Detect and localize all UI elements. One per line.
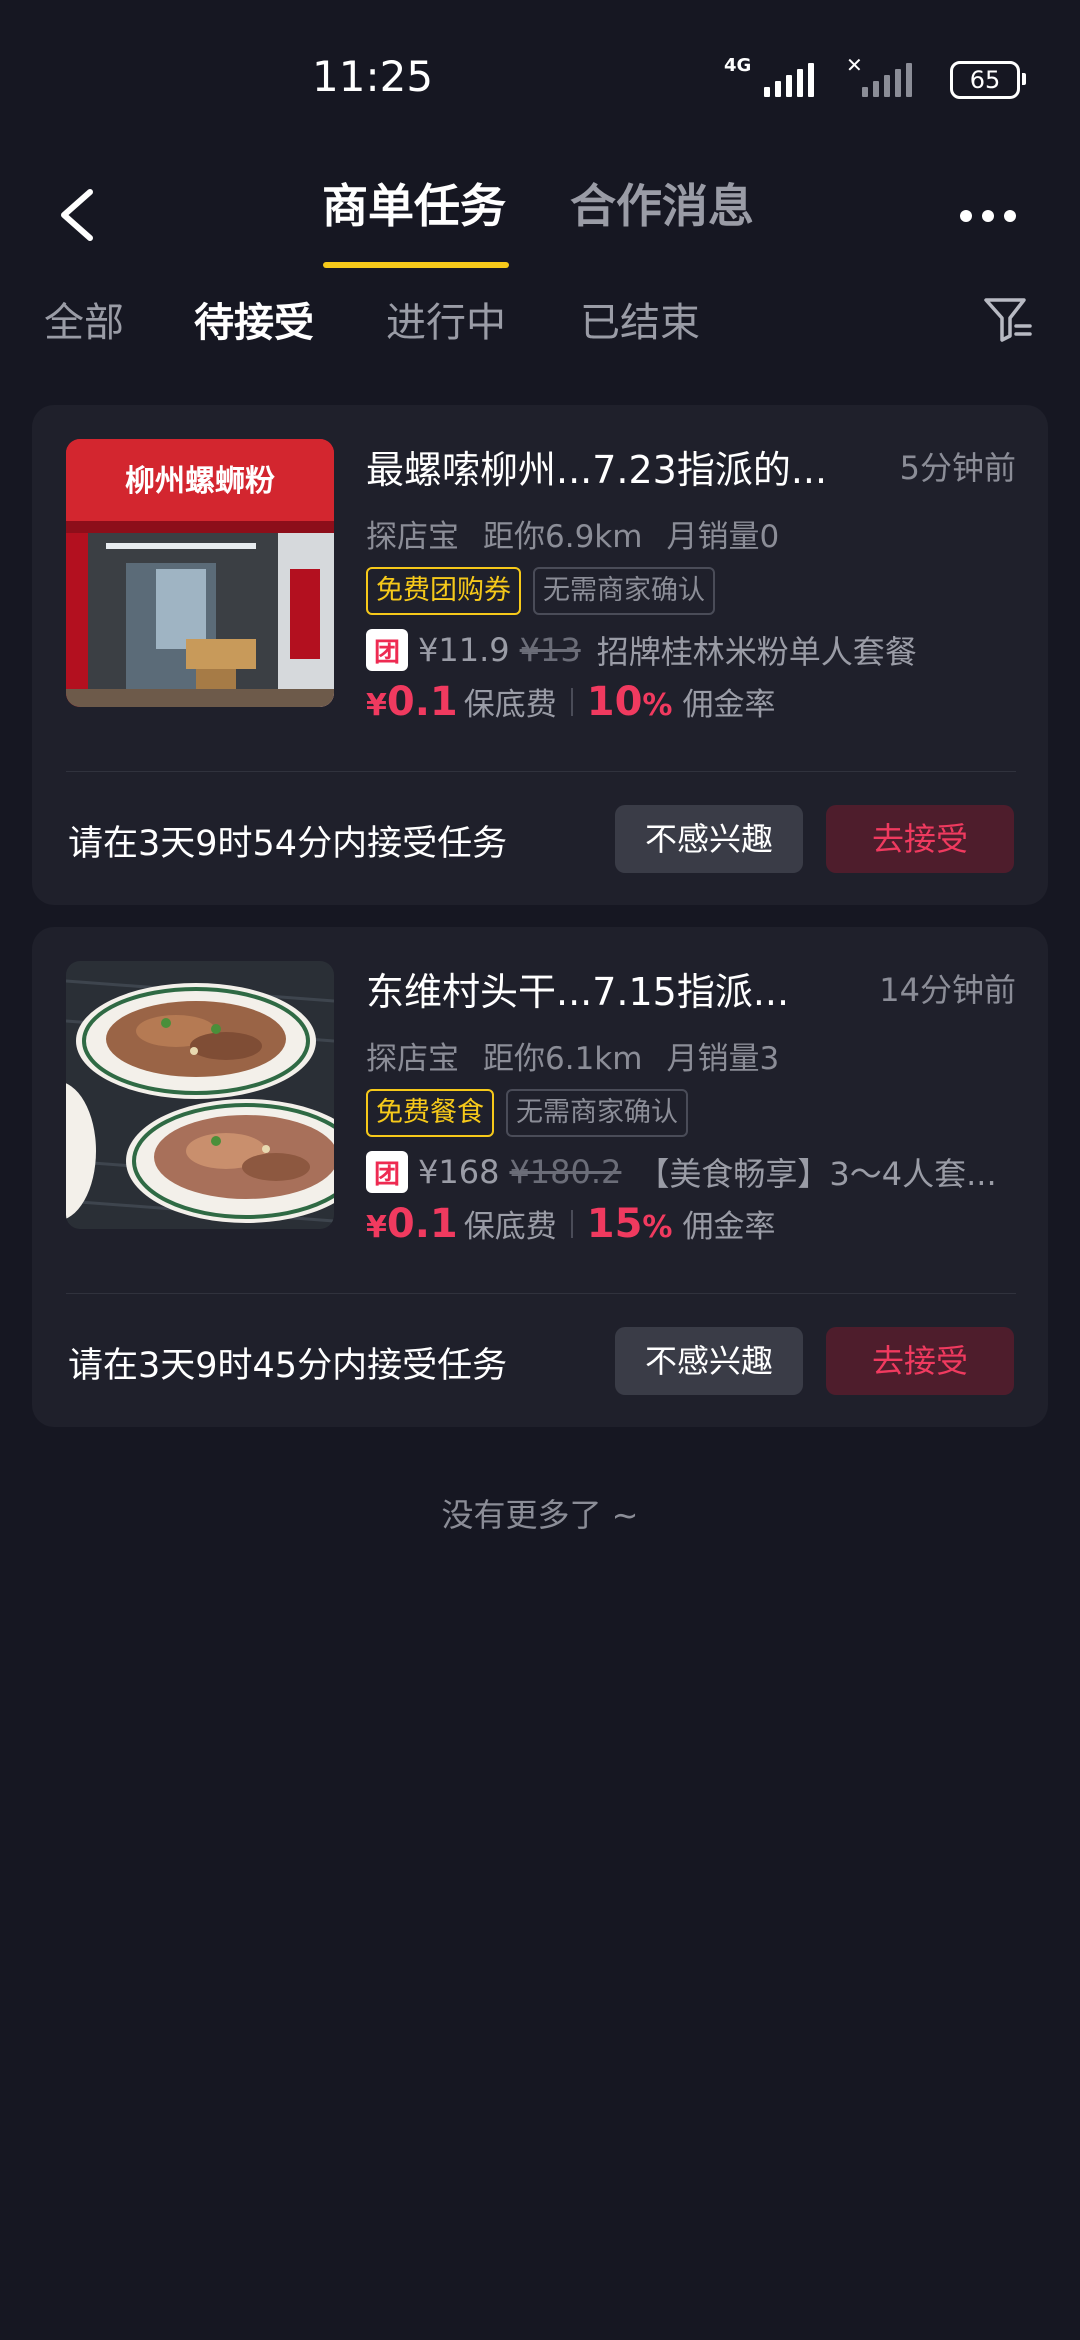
task-distance: 距你6.9km: [483, 519, 643, 555]
deal-price: ¥168: [418, 1153, 500, 1191]
deal-name: 招牌桂林米粉单人套餐: [596, 633, 917, 671]
store-sign-text: 柳州螺蛳粉: [125, 464, 275, 499]
card-divider: [66, 1293, 1016, 1294]
tag-free-meal: 免费餐食: [366, 1089, 494, 1137]
task-monthly-sales: 月销量0: [666, 519, 780, 555]
rate-value: 10: [586, 679, 643, 725]
tag-no-confirm: 无需商家确认: [506, 1089, 688, 1137]
card-divider: [66, 771, 1016, 772]
task-tags: 免费餐食 无需商家确认: [366, 1089, 688, 1137]
group-buy-icon: 团: [366, 1151, 408, 1193]
task-distance: 距你6.1km: [483, 1041, 643, 1077]
subtab-pending[interactable]: 待接受: [194, 290, 314, 348]
fee-separator: [570, 688, 573, 716]
food-photo: [66, 961, 334, 1229]
back-arrow-icon: [61, 189, 93, 241]
rate-label: 佣金率: [682, 1209, 776, 1245]
store-photo: 柳州螺蛳粉: [66, 439, 334, 707]
status-time: 11:25: [312, 52, 434, 101]
rate-unit: %: [642, 688, 673, 723]
task-source: 探店宝: [366, 1041, 459, 1077]
task-card[interactable]: 东维村头干...7.15指派... 14分钟前 探店宝 距你6.1km 月销量3 免…: [32, 927, 1048, 1427]
more-options-button[interactable]: [960, 196, 1030, 236]
deal-original-price: ¥13: [519, 631, 581, 669]
status-icons: 4G ✕ 65: [724, 53, 1026, 102]
subtab-all[interactable]: 全部: [44, 290, 124, 348]
filter-icon: [984, 298, 1032, 342]
not-interested-button[interactable]: 不感兴趣: [615, 1327, 803, 1395]
task-title: 最螺嗦柳州...7.23指派的...: [366, 448, 828, 492]
deal-row: 团 ¥11.9 ¥13 招牌桂林米粉单人套餐: [366, 627, 917, 673]
more-dot-icon: [982, 210, 994, 222]
network-type-label: 4G: [724, 55, 752, 76]
fee-label: 保底费: [463, 1209, 557, 1245]
header: 商单任务 合作消息: [0, 150, 1080, 280]
rate-label: 佣金率: [682, 687, 776, 723]
task-time: 14分钟前: [879, 971, 1016, 1009]
fee-separator: [570, 1210, 573, 1238]
guaranteed-fee: ¥0.1: [366, 679, 458, 725]
tag-free-voucher: 免费团购券: [366, 567, 521, 615]
filter-button[interactable]: [980, 290, 1036, 350]
battery-level: 65: [969, 66, 1001, 94]
task-card[interactable]: 柳州螺蛳粉 最螺嗦柳州...7.23指派的... 5分钟前 探店宝 距你6.9km…: [32, 405, 1048, 905]
not-interested-button[interactable]: 不感兴趣: [615, 805, 803, 873]
fee-row: ¥0.1 保底费 15% 佣金率: [366, 1201, 775, 1247]
accept-deadline: 请在3天9时54分内接受任务: [68, 824, 508, 864]
rate-value: 15: [586, 1201, 643, 1247]
tab-merchant-tasks[interactable]: 商单任务: [322, 170, 506, 236]
group-buy-icon: 团: [366, 629, 408, 671]
deal-original-price: ¥180.2: [509, 1153, 622, 1191]
back-button[interactable]: [46, 170, 116, 260]
fee-row: ¥0.1 保底费 10% 佣金率: [366, 679, 775, 725]
fee-amount: 0.1: [386, 679, 458, 725]
battery-icon: 65: [950, 61, 1026, 99]
task-meta: 探店宝 距你6.1km 月销量3: [366, 1033, 803, 1078]
accept-deadline: 请在3天9时45分内接受任务: [68, 1346, 508, 1386]
status-bar: 11:25 4G ✕ 65: [0, 0, 1080, 160]
deal-name: 【美食畅享】3～4人套...: [637, 1155, 997, 1193]
fee-currency: ¥: [366, 1210, 387, 1245]
tag-no-confirm: 无需商家确认: [533, 567, 715, 615]
accept-task-button[interactable]: 去接受: [826, 805, 1014, 873]
cellular-signal-icon: 4G: [724, 57, 814, 97]
task-meta: 探店宝 距你6.9km 月销量0: [366, 511, 803, 556]
accept-task-button[interactable]: 去接受: [826, 1327, 1014, 1395]
deal-price: ¥11.9: [418, 631, 510, 669]
guaranteed-fee: ¥0.1: [366, 1201, 458, 1247]
status-filter-tabs: 全部 待接受 进行中 已结束: [0, 290, 1080, 360]
commission-rate: 15%: [587, 1201, 673, 1247]
deal-row: 团 ¥168 ¥180.2 【美食畅享】3～4人套...: [366, 1149, 997, 1195]
task-source: 探店宝: [366, 519, 459, 555]
subtab-in-progress[interactable]: 进行中: [386, 290, 506, 348]
task-time: 5分钟前: [899, 449, 1016, 487]
task-title: 东维村头干...7.15指派...: [366, 970, 790, 1014]
commission-rate: 10%: [587, 679, 673, 725]
more-dot-icon: [960, 210, 972, 222]
fee-amount: 0.1: [386, 1201, 458, 1247]
fee-currency: ¥: [366, 688, 387, 723]
tab-cooperation-messages[interactable]: 合作消息: [570, 170, 754, 236]
subtab-ended[interactable]: 已结束: [580, 290, 700, 348]
secondary-signal-icon: ✕: [846, 53, 912, 97]
fee-label: 保底费: [463, 687, 557, 723]
rate-unit: %: [642, 1210, 673, 1245]
end-of-list-text: 没有更多了 ~: [441, 1496, 639, 1534]
active-tab-indicator: [323, 262, 509, 268]
task-tags: 免费团购券 无需商家确认: [366, 567, 715, 615]
more-dot-icon: [1004, 210, 1016, 222]
task-monthly-sales: 月销量3: [666, 1041, 780, 1077]
